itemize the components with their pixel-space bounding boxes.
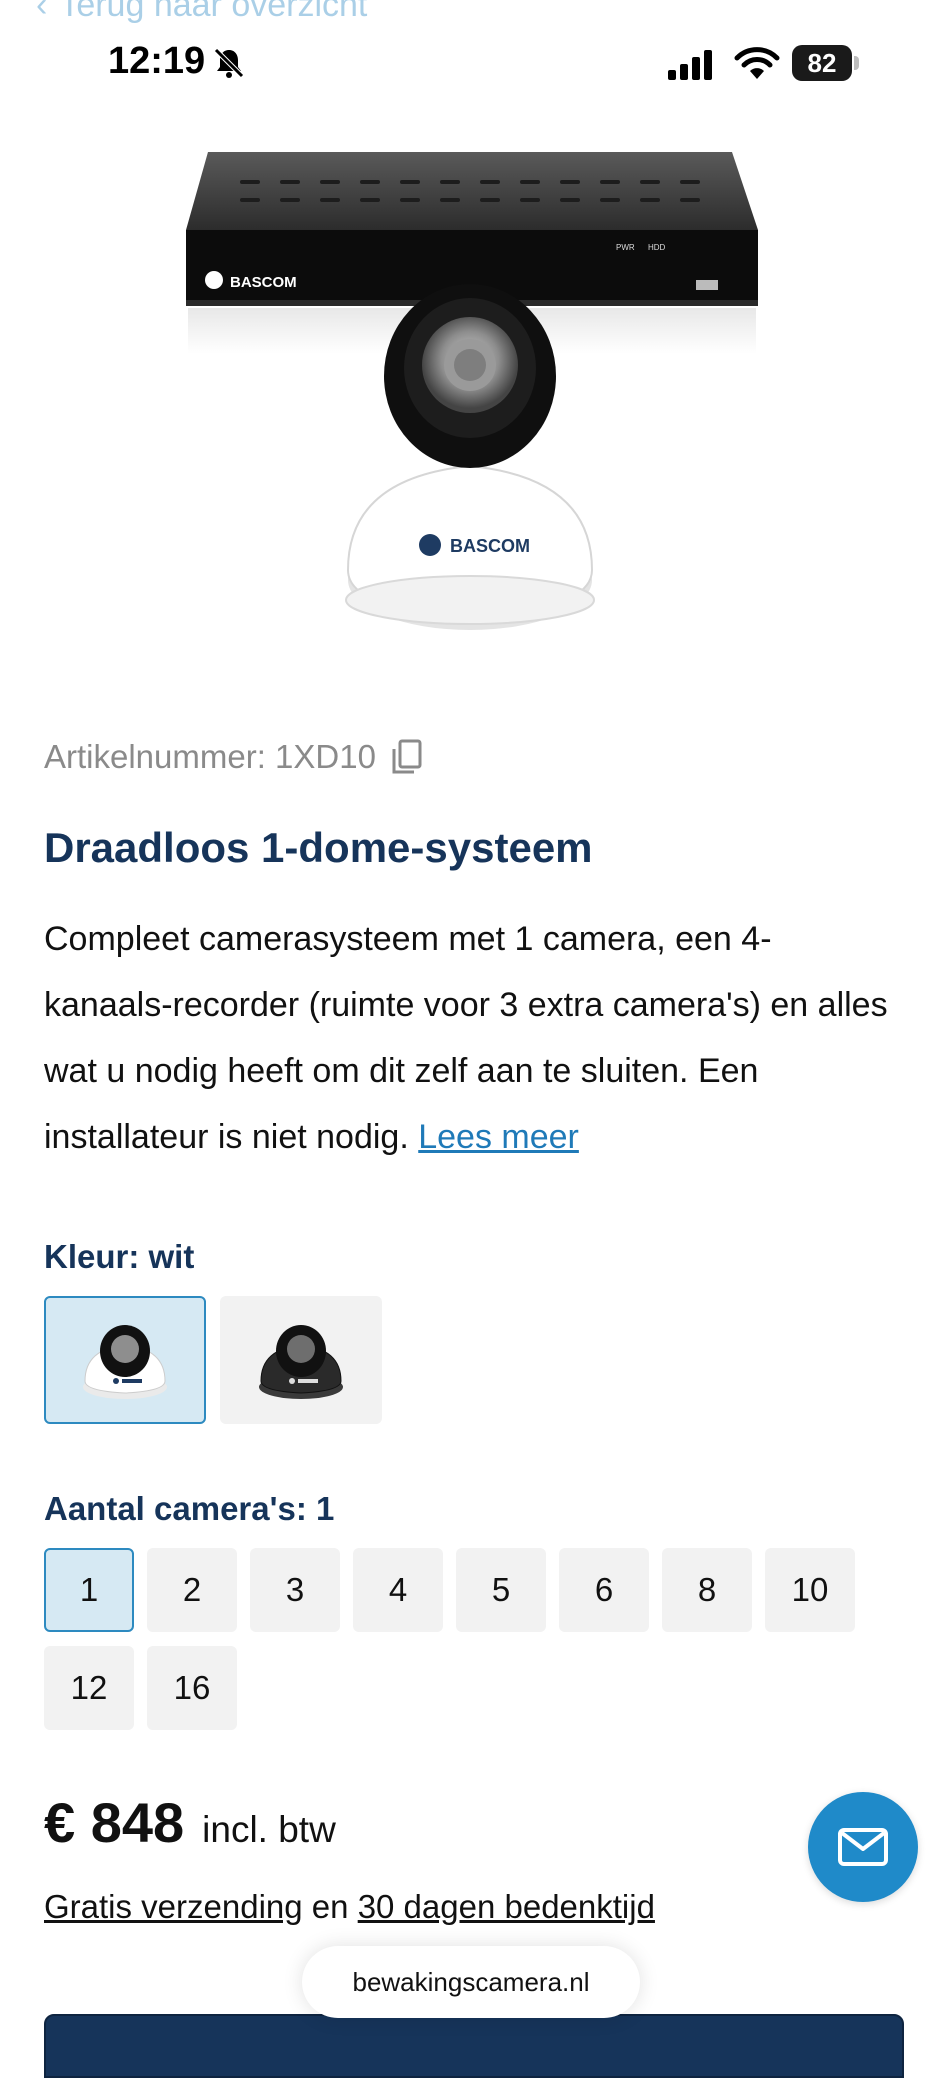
return-policy-link[interactable]: 30 dagen bedenktijd: [358, 1888, 655, 1925]
quantity-option-6[interactable]: 6: [559, 1548, 649, 1632]
black-dome-camera-thumb: [259, 1325, 343, 1399]
svg-text:BASCOM: BASCOM: [230, 274, 297, 291]
status-time: 12:19: [108, 40, 206, 82]
quantity-option-16[interactable]: 16: [147, 1646, 237, 1730]
svg-text:BASCOM: BASCOM: [450, 536, 530, 556]
wifi-icon: [734, 47, 780, 79]
quantity-option-10[interactable]: 10: [765, 1548, 855, 1632]
product-description: Compleet camerasysteem met 1 camera, een…: [44, 906, 894, 1170]
cellular-signal-icon: [668, 50, 712, 80]
back-link-label: Terug naar overzicht: [59, 0, 368, 24]
url-bar[interactable]: bewakingscamera.nl: [302, 1946, 640, 2018]
price-row: € 848 incl. btw: [44, 1790, 336, 1855]
contact-button[interactable]: [808, 1792, 918, 1902]
copy-icon[interactable]: [390, 739, 424, 775]
chevron-left-icon: ‹: [36, 0, 48, 24]
shipping-conjunction: en: [311, 1888, 349, 1925]
battery-indicator: 82: [792, 45, 862, 81]
svg-text:HDD: HDD: [648, 243, 666, 252]
quantity-option-3[interactable]: 3: [250, 1548, 340, 1632]
back-link[interactable]: ‹ Terug naar overzicht: [36, 0, 367, 25]
white-dome-camera-thumb: [83, 1325, 167, 1399]
quantity-option-8[interactable]: 8: [662, 1548, 752, 1632]
read-more-link[interactable]: Lees meer: [418, 1118, 579, 1156]
quantity-option-1[interactable]: 1: [44, 1548, 134, 1632]
color-option-black[interactable]: [220, 1296, 382, 1424]
bell-slash-icon: [214, 48, 244, 78]
product-title: Draadloos 1-dome-systeem: [44, 824, 593, 871]
quantity-option-2[interactable]: 2: [147, 1548, 237, 1632]
shipping-info: Gratis verzending en 30 dagen bedenktijd: [44, 1888, 655, 1926]
add-to-cart-button[interactable]: [44, 2014, 904, 2078]
quantity-option-12[interactable]: 12: [44, 1646, 134, 1730]
battery-level: 82: [792, 45, 852, 81]
price-tax-note: incl. btw: [202, 1809, 336, 1850]
sku-row: Artikelnummer: 1XD10: [44, 738, 424, 776]
svg-text:PWR: PWR: [616, 243, 635, 252]
sku-label: Artikelnummer: 1XD10: [44, 738, 376, 775]
quantity-label: Aantal camera's: 1: [44, 1490, 335, 1527]
product-image: BASCOM PWR HDD BASCOM: [186, 152, 758, 630]
battery-nub: [854, 56, 859, 70]
color-option-white[interactable]: [44, 1296, 206, 1424]
mail-icon: [838, 1828, 888, 1866]
color-label: Kleur: wit: [44, 1238, 195, 1275]
price-amount: € 848: [44, 1791, 185, 1854]
quantity-option-4[interactable]: 4: [353, 1548, 443, 1632]
quantity-option-5[interactable]: 5: [456, 1548, 546, 1632]
free-shipping-link[interactable]: Gratis verzending: [44, 1888, 303, 1925]
